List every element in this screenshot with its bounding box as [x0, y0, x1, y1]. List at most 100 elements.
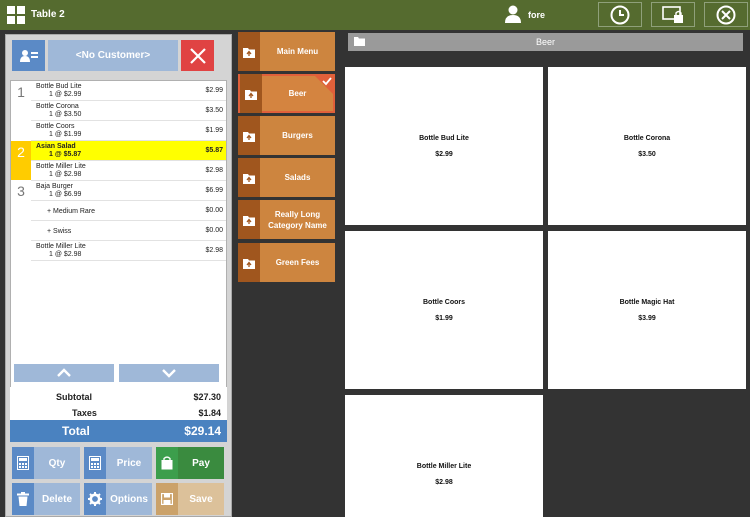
modifier-price: $0.00 — [205, 207, 223, 214]
item-price: $2.99 — [205, 87, 223, 94]
category-label: Green Fees — [275, 258, 320, 267]
order-panel: <No Customer> 1 2 3 Bottle Bud Lite 1 @ … — [5, 34, 232, 517]
product-tile[interactable]: Bottle Corona $3.50 — [548, 67, 746, 225]
user-icon — [505, 5, 521, 23]
modifier-name: + Medium Rare — [47, 208, 96, 215]
category-label: Main Menu — [276, 47, 319, 56]
modifier-name: + Swiss — [47, 228, 72, 235]
clear-customer-button[interactable] — [181, 40, 214, 71]
category-label: Really Long Category Name — [268, 209, 327, 230]
product-name: Bottle Corona — [623, 135, 671, 142]
folder-up-icon — [238, 200, 260, 239]
order-line[interactable]: Bottle Bud Lite 1 @ $2.99 $2.99 — [31, 81, 226, 101]
category-really-long[interactable]: Really Long Category Name — [238, 200, 335, 239]
user-name: fore — [528, 10, 546, 20]
pos-app: Table 2 fore <No Customer> 1 2 3 Bottle … — [0, 0, 750, 517]
product-name: Bottle Bud Lite — [419, 135, 469, 142]
item-name: Baja Burger — [36, 183, 73, 190]
category-salads[interactable]: Salads — [238, 158, 335, 197]
grid-icon[interactable] — [7, 6, 25, 24]
order-modifier[interactable]: + Swiss $0.00 — [31, 221, 226, 241]
subtotal-label: Subtotal — [56, 392, 92, 402]
folder-up-icon — [240, 74, 262, 113]
item-qty: 1 @ $2.99 — [49, 91, 82, 98]
product-price: $2.98 — [435, 479, 453, 486]
order-line[interactable]: Bottle Miller Lite 1 @ $2.98 $2.98 — [31, 241, 226, 261]
product-tile[interactable]: Bottle Magic Hat $3.99 — [548, 231, 746, 389]
customer-lookup-button[interactable] — [12, 40, 45, 71]
item-price: $5.87 — [205, 147, 223, 154]
order-line-selected[interactable]: Asian Salad 1 @ $5.87 $5.87 — [31, 141, 226, 161]
scroll-down-button[interactable] — [119, 364, 219, 382]
modifier-price: $0.00 — [205, 227, 223, 234]
item-name: Bottle Miller Lite — [36, 163, 86, 170]
options-button[interactable]: Options — [84, 483, 152, 515]
product-tile[interactable]: Bottle Coors $1.99 — [345, 231, 543, 389]
category-green-fees[interactable]: Green Fees — [238, 243, 335, 282]
gear-icon — [84, 483, 106, 515]
folder-up-icon — [238, 243, 260, 282]
top-bar: Table 2 fore — [0, 0, 750, 30]
chevron-up-icon — [57, 368, 71, 377]
category-burgers[interactable]: Burgers — [238, 116, 335, 155]
order-modifier[interactable]: + Medium Rare $0.00 — [31, 201, 226, 221]
order-line[interactable]: Bottle Miller Lite 1 @ $2.98 $2.98 — [31, 161, 226, 181]
calculator-icon — [12, 447, 34, 479]
page-title: Table 2 — [31, 9, 65, 20]
order-line[interactable]: Baja Burger 1 @ $6.99 $6.99 — [31, 181, 226, 201]
category-label: Burgers — [282, 131, 313, 140]
save-button[interactable]: Save — [156, 483, 224, 515]
total-label: Total — [62, 424, 90, 438]
item-price: $2.98 — [205, 247, 223, 254]
clock-button[interactable] — [598, 2, 642, 27]
seat-number: 1 — [17, 84, 25, 100]
order-ticket[interactable]: 1 2 3 Bottle Bud Lite 1 @ $2.99 $2.99 Bo… — [10, 80, 227, 395]
price-button[interactable]: Price — [84, 447, 152, 479]
scroll-up-button[interactable] — [14, 364, 114, 382]
product-tile[interactable]: Bottle Miller Lite $2.98 — [345, 395, 543, 517]
delete-button[interactable]: Delete — [12, 483, 80, 515]
item-qty: 1 @ $2.98 — [49, 251, 82, 258]
calculator-icon — [84, 447, 106, 479]
folder-up-icon — [238, 158, 260, 197]
item-name: Bottle Miller Lite — [36, 243, 86, 250]
customer-button[interactable]: <No Customer> — [48, 40, 178, 71]
item-price: $2.98 — [205, 167, 223, 174]
product-price: $3.50 — [638, 151, 656, 158]
item-price: $3.50 — [205, 107, 223, 114]
screen-lock-icon — [662, 5, 683, 23]
product-tile[interactable]: Bottle Bud Lite $2.99 — [345, 67, 543, 225]
order-line[interactable]: Bottle Coors 1 @ $1.99 $1.99 — [31, 121, 226, 141]
trash-icon — [12, 483, 34, 515]
selected-check-icon — [314, 75, 334, 95]
order-line[interactable]: Bottle Corona 1 @ $3.50 $3.50 — [31, 101, 226, 121]
shopping-bag-icon — [156, 447, 178, 479]
category-main-menu[interactable]: Main Menu — [238, 32, 335, 71]
item-qty: 1 @ $3.50 — [49, 111, 82, 118]
cancel-icon — [189, 47, 206, 64]
category-beer[interactable]: Beer — [238, 74, 335, 113]
folder-up-icon — [238, 116, 260, 155]
qty-button[interactable]: Qty — [12, 447, 80, 479]
item-price: $1.99 — [205, 127, 223, 134]
customer-card-icon — [19, 49, 38, 62]
options-label: Options — [110, 493, 148, 505]
item-qty: 1 @ $6.99 — [49, 191, 82, 198]
chevron-down-icon — [162, 369, 176, 378]
qty-label: Qty — [48, 457, 66, 469]
breadcrumb-label: Beer — [535, 37, 555, 47]
category-label: Salads — [284, 173, 311, 182]
item-qty: 1 @ $2.98 — [49, 171, 82, 178]
taxes-value: $1.84 — [198, 408, 221, 418]
item-name: Asian Salad — [36, 143, 76, 150]
subtotal-value: $27.30 — [193, 392, 221, 402]
total-value: $29.14 — [184, 424, 221, 438]
pay-button[interactable]: Pay — [156, 447, 224, 479]
close-button[interactable] — [704, 2, 748, 27]
breadcrumb[interactable]: Beer — [348, 33, 743, 51]
item-name: Bottle Bud Lite — [36, 83, 82, 90]
pay-label: Pay — [192, 457, 210, 469]
lock-screen-button[interactable] — [651, 2, 695, 27]
product-name: Bottle Coors — [423, 299, 465, 306]
seat-number: 2 — [11, 141, 31, 180]
